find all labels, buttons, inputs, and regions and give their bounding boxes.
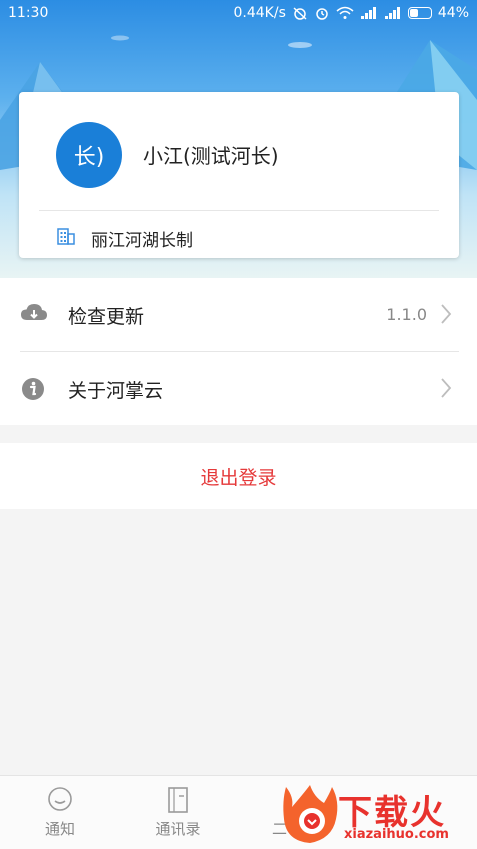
tab-contacts-label: 通讯录 [155, 820, 201, 838]
status-time: 11:30 [8, 5, 49, 21]
building-icon [57, 228, 75, 245]
cloud-download-icon [21, 304, 47, 320]
chevron-right-icon [441, 304, 452, 324]
network-speed: 0.44K/s [233, 5, 286, 21]
info-icon [22, 378, 44, 400]
avatar-text: 长) [73, 145, 105, 170]
about-label: 关于河掌云 [68, 380, 164, 402]
chevron-right-icon [441, 378, 452, 398]
tab-notifications[interactable]: 通知 [0, 776, 120, 849]
status-bar: 11:30 0.44K/s 44% [0, 0, 477, 28]
wifi-icon [336, 6, 354, 19]
battery-icon [407, 7, 432, 19]
avatar[interactable]: 长) [56, 122, 122, 188]
user-name: 小江(测试河长) [143, 144, 279, 168]
about-item[interactable]: 关于河掌云 [0, 352, 477, 425]
signal-icon [360, 7, 376, 19]
chat-bubble-icon [48, 787, 72, 811]
battery-percent: 44% [437, 5, 469, 21]
tab-notifications-label: 通知 [44, 820, 75, 838]
profile-card[interactable]: 长) 小江(测试河长) 丽江河湖长制 [19, 92, 459, 258]
version-value: 1.1.0 [386, 305, 427, 324]
alarm-icon [316, 8, 328, 20]
signal-icon [384, 7, 400, 19]
check-update-label: 检查更新 [68, 306, 145, 328]
check-update-item[interactable]: 检查更新 1.1.0 [0, 278, 477, 352]
flame-logo-icon [283, 785, 338, 843]
contacts-book-icon [168, 787, 188, 813]
menu-group: 检查更新 1.1.0 关于河掌云 [0, 278, 477, 425]
logout-label: 退出登录 [200, 466, 277, 489]
tab-contacts[interactable]: 通讯录 [118, 776, 238, 849]
alarm-off-icon [293, 7, 307, 20]
watermark: 下载火 xiazaihuo.com [280, 783, 477, 848]
status-icons: 0.44K/s 44% [234, 5, 470, 21]
logout-button[interactable]: 退出登录 [0, 443, 477, 509]
card-divider [39, 210, 439, 211]
organization-name: 丽江河湖长制 [91, 231, 193, 251]
watermark-subtitle: xiazaihuo.com [344, 827, 449, 842]
